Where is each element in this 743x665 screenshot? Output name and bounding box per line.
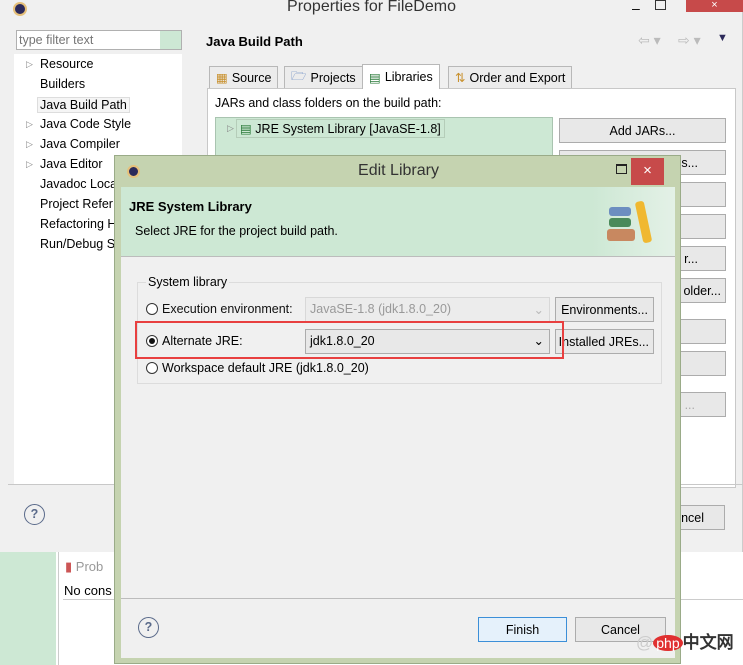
tree-item-label: Resource xyxy=(40,57,94,71)
header-title: JRE System Library xyxy=(129,199,252,214)
radio-icon xyxy=(146,303,158,315)
tree-item[interactable]: Refactoring H xyxy=(40,217,116,231)
watermark-logo: @ php 中文网 xyxy=(636,633,734,652)
expand-arrow-icon[interactable]: ▷ xyxy=(26,159,33,170)
dialog-restore-button[interactable] xyxy=(616,164,627,174)
tree-item[interactable]: Builders xyxy=(40,77,85,91)
radio-icon xyxy=(146,362,158,374)
library-icon: ▤ xyxy=(240,122,252,136)
view-menu-icon[interactable]: ▼ xyxy=(717,32,728,44)
tree-item-label: Builders xyxy=(40,77,86,91)
order-export-icon: ⇅ xyxy=(455,71,466,85)
tree-item[interactable]: ▷ Java Compiler xyxy=(26,137,120,151)
problems-tab[interactable]: ▮ Prob xyxy=(65,559,103,575)
expand-arrow-icon[interactable]: ▷ xyxy=(26,119,33,130)
environments-button[interactable]: Environments... xyxy=(555,297,654,322)
workspace-default-radio[interactable]: Workspace default JRE (jdk1.8.0_20) xyxy=(146,361,369,375)
chevron-down-icon: ⌄ xyxy=(533,303,544,317)
execution-environment-radio[interactable]: Execution environment: xyxy=(146,302,293,316)
problems-text: No cons xyxy=(64,583,112,598)
tree-item-label: Java Compiler xyxy=(40,137,120,151)
problems-icon: ▮ xyxy=(65,559,73,574)
tree-item-label: Project Refer xyxy=(40,197,113,211)
dialog-title: Edit Library xyxy=(358,162,439,179)
dialog-close-button[interactable]: × xyxy=(631,158,664,185)
expand-arrow-icon[interactable]: ▷ xyxy=(26,139,33,150)
tree-item-label: Java Build Path xyxy=(40,98,127,112)
tree-item[interactable]: ▷ Java Code Style xyxy=(26,117,132,131)
library-books-icon xyxy=(607,199,663,245)
list-item-jre[interactable]: ▷ ▤ JRE System Library [JavaSE-1.8] xyxy=(227,119,445,138)
filter-input[interactable] xyxy=(16,30,182,50)
library-icon: ▤ xyxy=(369,70,381,85)
tree-item[interactable]: Run/Debug S xyxy=(40,237,115,251)
finish-button[interactable]: Finish xyxy=(478,617,567,642)
tree-item-label: Java Code Style xyxy=(40,117,132,131)
filter-clear-icon[interactable] xyxy=(160,31,181,49)
tab-source[interactable]: ▦ Source xyxy=(209,66,279,88)
tab-libraries[interactable]: ▤ Libraries xyxy=(362,64,440,89)
dialog-body: JRE System Library Select JRE for the pr… xyxy=(121,187,675,658)
tree-item-label: Run/Debug S xyxy=(40,237,116,251)
tab-order-export[interactable]: ⇅ Order and Export xyxy=(448,66,573,88)
expand-arrow-icon[interactable]: ▷ xyxy=(26,59,33,70)
forward-nav-icon[interactable]: ⇨ ▾ xyxy=(678,32,701,49)
workbench-left-strip xyxy=(0,552,56,665)
dialog-header: JRE System Library Select JRE for the pr… xyxy=(121,187,675,257)
list-caption: JARs and class folders on the build path… xyxy=(215,96,442,110)
tree-item[interactable]: ▷ Resource xyxy=(26,57,94,71)
installed-jres-button[interactable]: Installed JREs... xyxy=(555,329,654,354)
source-folder-icon: ▦ xyxy=(216,71,228,85)
help-icon[interactable]: ? xyxy=(24,504,45,525)
close-button[interactable]: × xyxy=(686,0,743,12)
tree-item[interactable]: Java Build Path xyxy=(37,97,130,113)
project-folder-icon: 🗁 xyxy=(291,69,307,83)
tree-item-label: Java Editor xyxy=(40,157,103,171)
tree-item[interactable]: Project Refer xyxy=(40,197,113,211)
tree-item[interactable]: Javadoc Loca xyxy=(40,177,117,191)
header-description: Select JRE for the project build path. xyxy=(135,224,338,238)
add-jars-button[interactable]: Add JARs... xyxy=(559,118,726,143)
tree-item-label: Javadoc Loca xyxy=(40,177,118,191)
tree-item[interactable]: ▷ Java Editor xyxy=(26,157,103,171)
minimize-button[interactable]: – xyxy=(632,0,640,16)
edit-library-dialog: Edit Library – × JRE System Library Sele… xyxy=(114,155,681,664)
tree-item-label: Refactoring H xyxy=(40,217,117,231)
expand-arrow-icon[interactable]: ▷ xyxy=(227,123,234,134)
page-title: Java Build Path xyxy=(206,34,303,49)
highlight-box xyxy=(135,321,564,359)
group-label: System library xyxy=(146,275,230,289)
execution-environment-select: JavaSE-1.8 (jdk1.8.0_20) ⌄ xyxy=(305,297,550,322)
divider xyxy=(121,598,675,599)
maximize-button[interactable] xyxy=(655,0,666,10)
help-icon[interactable]: ? xyxy=(138,617,159,638)
tab-projects[interactable]: 🗁 Projects xyxy=(284,66,363,88)
back-nav-icon[interactable]: ⇦ ▾ xyxy=(638,32,661,49)
